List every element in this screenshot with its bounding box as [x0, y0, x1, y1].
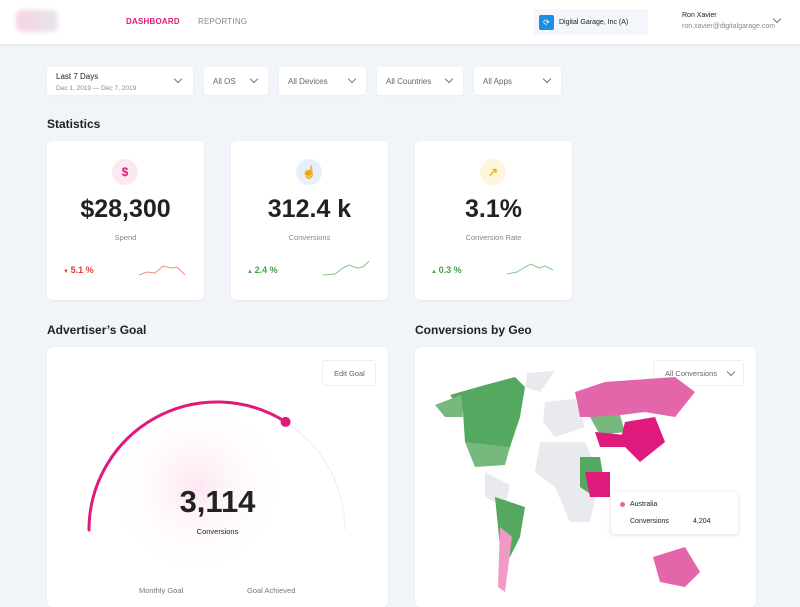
- top-header: DASHBOARD REPORTING ⟳ Digital Garage, In…: [0, 0, 800, 44]
- stat-value: 3.1%: [465, 195, 522, 223]
- apps-filter-value: All Apps: [483, 77, 512, 86]
- brand-logo[interactable]: [16, 10, 58, 32]
- dollar-icon: $: [112, 159, 138, 185]
- arrow-down-icon: ▼: [63, 269, 71, 275]
- org-logo-icon: ⟳: [539, 14, 554, 30]
- sparkline: [322, 260, 370, 276]
- map-argentina: [498, 527, 512, 592]
- stat-change: ▲ 0.3 %: [431, 265, 462, 275]
- tooltip-value: 4,204: [693, 518, 711, 525]
- geo-title: Conversions by Geo: [415, 323, 532, 337]
- stat-card-conversions: ☝ 312.4 k Conversions ▲ 2.4 %: [231, 141, 388, 300]
- nav-reporting[interactable]: REPORTING: [198, 17, 247, 26]
- chevron-down-icon: [444, 74, 454, 84]
- stat-card-conversion-rate: ↗ 3.1% Conversion Rate ▲ 0.3 %: [415, 141, 572, 300]
- goal-gauge: [87, 397, 346, 577]
- devices-filter-value: All Devices: [288, 77, 328, 86]
- chevron-down-icon: [347, 74, 357, 84]
- map-tooltip: Australia Conversions 4,204: [611, 492, 738, 534]
- devices-filter[interactable]: All Devices: [279, 67, 366, 95]
- user-name: Ron Xavier: [682, 12, 717, 19]
- stat-card-spend: $ $28,300 Spend ▼ 5.1 %: [47, 141, 204, 300]
- os-filter[interactable]: All OS: [204, 67, 268, 95]
- goal-title: Advertiser’s Goal: [47, 323, 147, 337]
- gauge-handle: [280, 416, 291, 427]
- stat-label: Conversions: [288, 233, 331, 242]
- goal-value: 3,114: [179, 484, 256, 519]
- map-china: [620, 417, 665, 462]
- user-email: ron.xavier@digitalgarage.com: [682, 23, 776, 30]
- tooltip-country: Australia: [630, 501, 658, 508]
- map-kazakhstan: [590, 415, 625, 435]
- nav-dashboard[interactable]: DASHBOARD: [126, 17, 180, 26]
- stat-label: Spend: [114, 233, 137, 242]
- date-label: Last 7 Days: [56, 72, 99, 81]
- arrow-up-icon: ▲: [247, 269, 255, 275]
- org-name: Digital Garage, Inc (A): [559, 18, 629, 26]
- goal-value-label: Conversions: [196, 527, 239, 536]
- chevron-down-icon: [542, 74, 552, 84]
- map-russia: [575, 377, 695, 417]
- user-menu[interactable]: Ron Xavier ron.xavier@digitalgarage.com: [682, 12, 775, 30]
- legend-dot-icon: [620, 502, 625, 507]
- os-filter-value: All OS: [213, 77, 236, 86]
- map-middle-east: [595, 432, 625, 447]
- stat-value: 312.4 k: [267, 195, 352, 223]
- pointer-hand-icon: ☝: [296, 159, 322, 185]
- stat-change: ▼ 5.1 %: [63, 265, 94, 275]
- arrow-up-icon: ▲: [431, 269, 439, 275]
- goal-achieved-label: Goal Achieved: [247, 586, 296, 595]
- map-greenland: [525, 371, 555, 392]
- statistics-title: Statistics: [47, 117, 101, 131]
- sparkline: [506, 263, 554, 275]
- monthly-goal-label: Monthly Goal: [139, 586, 184, 595]
- countries-filter-value: All Countries: [386, 77, 432, 86]
- sparkline: [138, 265, 186, 276]
- date-range: Dec 1, 2019 — Dec 7, 2019: [56, 85, 137, 92]
- stat-value: $28,300: [80, 195, 171, 223]
- map-alaska: [435, 395, 463, 417]
- geo-card: All Conversions: [415, 347, 756, 607]
- chevron-down-icon: [249, 74, 259, 84]
- stat-change: ▲ 2.4 %: [247, 265, 278, 275]
- trending-up-icon: ↗: [480, 159, 506, 185]
- apps-filter[interactable]: All Apps: [474, 67, 561, 95]
- stat-label: Conversion Rate: [465, 233, 522, 242]
- world-map[interactable]: [415, 347, 756, 607]
- org-switcher[interactable]: ⟳ Digital Garage, Inc (A): [534, 9, 648, 35]
- tooltip-metric: Conversions: [630, 518, 669, 525]
- map-australia: [653, 547, 700, 587]
- goal-card: Edit Goal 3,114 Conversions Monthly Goal…: [47, 347, 388, 607]
- countries-filter[interactable]: All Countries: [377, 67, 463, 95]
- date-filter[interactable]: Last 7 Days Dec 1, 2019 — Dec 7, 2019: [47, 67, 193, 95]
